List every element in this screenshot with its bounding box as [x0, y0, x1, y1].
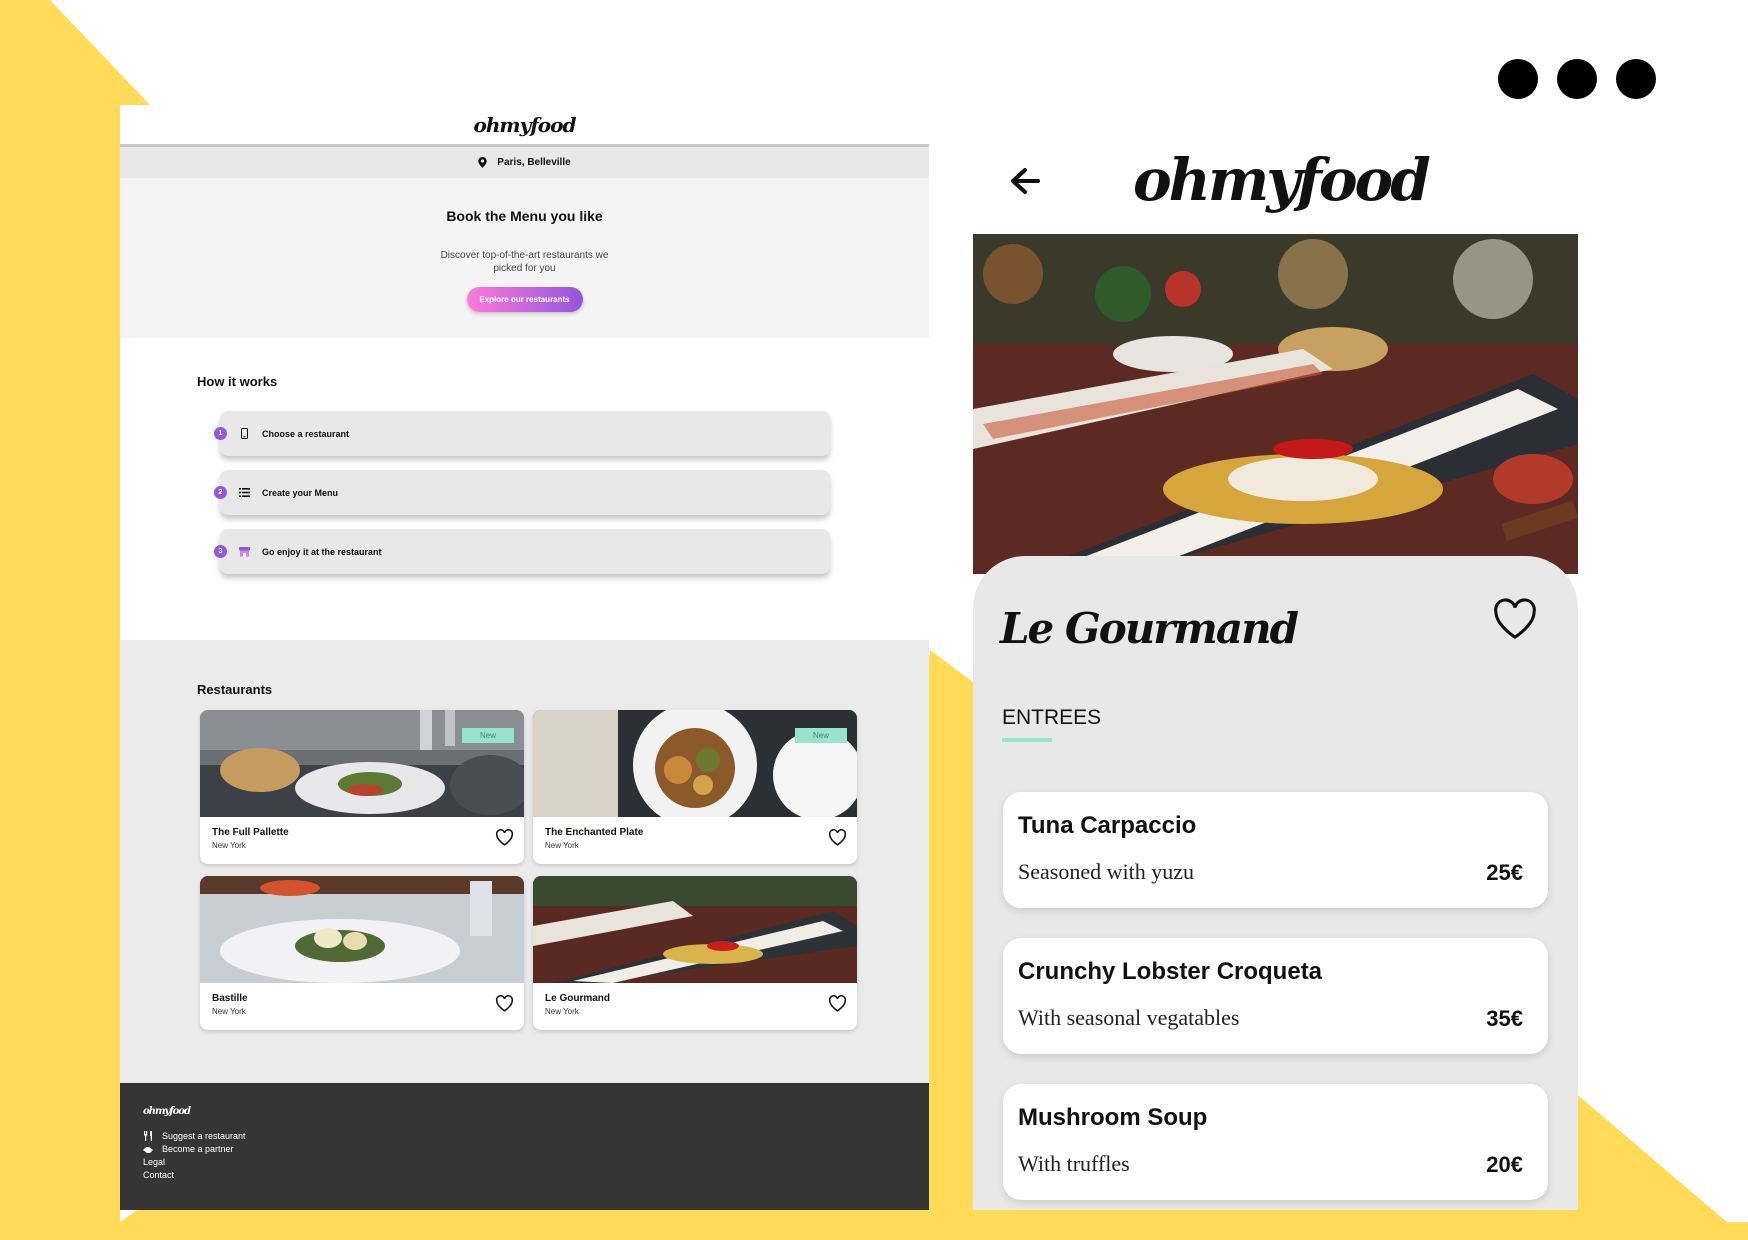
footer-link-legal[interactable]: Legal [143, 1157, 165, 1167]
location-text: Paris, Belleville [497, 157, 571, 168]
step-label: Create your Menu [262, 487, 339, 498]
handshake-icon [143, 1144, 153, 1154]
dish-name: Mushroom Soup [1018, 1104, 1208, 1131]
new-badge: New [795, 728, 847, 743]
hero-title: Book the Menu you like [446, 208, 603, 224]
dot-3 [1616, 59, 1656, 99]
restaurant-city: New York [212, 1007, 246, 1016]
dish-description: With truffles [1018, 1151, 1130, 1176]
restaurants-section: Restaurants New The Full Pallette New Yo… [120, 640, 929, 1083]
store-icon [238, 546, 250, 558]
footer-link-label: Contact [143, 1170, 175, 1180]
heart-icon[interactable] [495, 995, 514, 1012]
dish-description: Seasoned with yuzu [1018, 859, 1194, 884]
restaurant-name: The Full Pallette [212, 827, 289, 838]
mobile-mockup: ohmyfood Le Gourmand ENTREES Tuna Carpac… [973, 130, 1578, 1210]
restaurant-city: New York [212, 841, 246, 850]
restaurant-hero-photo [973, 234, 1578, 574]
dish-card[interactable]: Crunchy Lobster Croqueta With seasonal v… [1003, 938, 1548, 1054]
restaurant-photo [200, 876, 524, 983]
phone-icon [238, 428, 250, 440]
restaurant-card[interactable]: Bastille New York [200, 876, 524, 1030]
restaurant-name: Le Gourmand [1000, 604, 1299, 653]
footer-link-label: Legal [143, 1157, 166, 1167]
restaurant-menu-sheet: Le Gourmand ENTREES Tuna Carpaccio Seaso… [973, 556, 1578, 1210]
explore-restaurants-button[interactable]: Explore our restaurants [466, 287, 583, 312]
brand-logo[interactable]: ohmyfood [1133, 146, 1431, 214]
dish-price: 25€ [1486, 860, 1523, 885]
step-card-3: 3 Go enjoy it at the restaurant [214, 529, 830, 574]
restaurant-city: New York [545, 841, 579, 850]
restaurant-card[interactable]: Le Gourmand New York [533, 876, 857, 1030]
footer-link-label: Become a partner [162, 1144, 234, 1154]
step-card-2: 2 Create your Menu [214, 470, 830, 515]
restaurant-city: New York [545, 1007, 579, 1016]
how-it-works-section: How it works 1 Choose a restaurant 2 Cre… [120, 338, 929, 640]
dish-name: Tuna Carpaccio [1018, 812, 1197, 839]
map-pin-icon [478, 157, 488, 168]
restaurant-card[interactable]: New The Enchanted Plate New York [533, 710, 857, 864]
restaurant-photo [533, 876, 857, 983]
dot-2 [1557, 59, 1597, 99]
footer-link-partner[interactable]: Become a partner [143, 1144, 234, 1154]
dish-card[interactable]: Tuna Carpaccio Seasoned with yuzu 25€ [1003, 792, 1548, 908]
footer-link-suggest[interactable]: Suggest a restaurant [143, 1131, 246, 1141]
restaurant-name: Le Gourmand [545, 993, 611, 1004]
dish-price: 20€ [1486, 1152, 1523, 1177]
footer-logo[interactable]: ohmyfood [143, 1106, 191, 1117]
section-title: ENTREES [1002, 706, 1102, 729]
hero-section: Book the Menu you like Discover top-of-t… [120, 178, 929, 338]
footer-link-label: Suggest a restaurant [162, 1131, 246, 1141]
new-badge: New [462, 728, 514, 743]
restaurant-name: Bastille [212, 993, 248, 1004]
step-label: Choose a restaurant [262, 428, 350, 439]
hero-subtitle: Discover top-of-the-art restaurants we p… [440, 250, 609, 274]
restaurant-photo: New [533, 710, 857, 817]
heart-icon[interactable] [495, 829, 514, 846]
step-number: 1 [214, 427, 227, 440]
dish-card[interactable]: Mushroom Soup With truffles 20€ [1003, 1084, 1548, 1200]
back-arrow-icon[interactable] [1005, 162, 1043, 200]
mobile-header: ohmyfood [973, 130, 1578, 234]
location-bar[interactable]: Paris, Belleville [120, 147, 929, 178]
dish-name: Crunchy Lobster Croqueta [1018, 958, 1323, 985]
heart-icon[interactable] [828, 995, 847, 1012]
utensils-icon [143, 1131, 153, 1141]
brand-logo[interactable]: ohmyfood [474, 113, 577, 137]
heart-icon[interactable] [828, 829, 847, 846]
section-underline [1002, 738, 1052, 742]
heart-icon[interactable] [1492, 598, 1538, 640]
step-card-1: 1 Choose a restaurant [214, 411, 830, 456]
dot-1 [1498, 59, 1538, 99]
window-dots [1498, 59, 1656, 99]
desktop-header: ohmyfood [120, 105, 929, 147]
footer-link-contact[interactable]: Contact [143, 1170, 174, 1180]
restaurants-title: Restaurants [197, 682, 273, 697]
restaurant-name: The Enchanted Plate [545, 827, 644, 838]
list-icon [238, 487, 250, 499]
restaurant-card[interactable]: New The Full Pallette New York [200, 710, 524, 864]
step-number: 3 [214, 545, 227, 558]
footer: ohmyfood Suggest a restaurant Become a p… [120, 1083, 929, 1210]
how-it-works-title: How it works [197, 374, 278, 389]
restaurant-photo: New [200, 710, 524, 817]
dish-price: 35€ [1486, 1006, 1523, 1031]
step-label: Go enjoy it at the restaurant [262, 546, 382, 557]
step-number: 2 [214, 486, 227, 499]
desktop-mockup: ohmyfood Paris, Belleville Book the Menu… [120, 105, 929, 1210]
dish-description: With seasonal vegatables [1018, 1005, 1240, 1030]
